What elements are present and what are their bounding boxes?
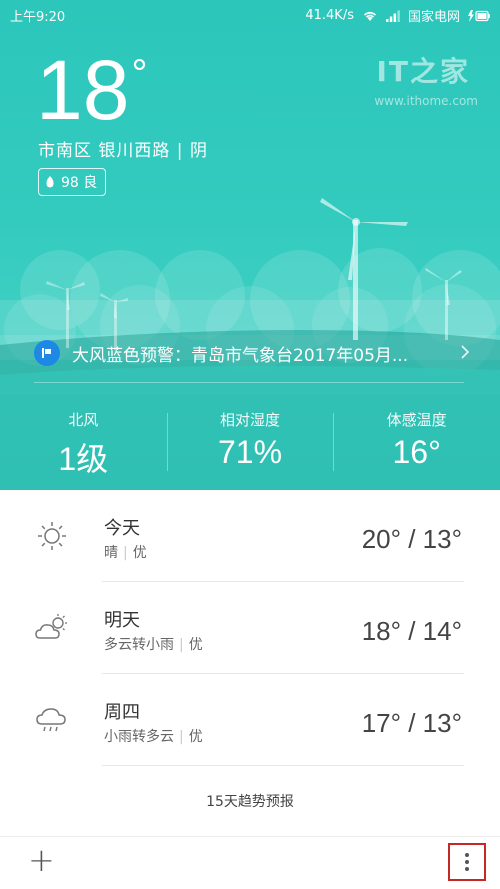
stat-feels-like: 体感温度 16° <box>333 405 500 475</box>
partly-cloudy-icon <box>35 614 67 639</box>
watermark-url: www.ithome.com <box>374 94 478 108</box>
carrier-name: 国家电网 <box>407 10 460 25</box>
weather-screen: 上午9:20 41.4K/s 国家电网 IT之家 www.ithome.com … <box>0 0 500 889</box>
alert-text: 大风蓝色预警：青岛市气象台2017年05月... <box>72 345 409 366</box>
stat-value: 71% <box>217 434 283 470</box>
stat-wind: 北风 1级 <box>0 405 167 477</box>
bottom-bar-divider <box>0 836 500 837</box>
forecast-day: 周四 <box>104 702 140 723</box>
status-right: 41.4K/s 国家电网 <box>305 6 490 25</box>
more-vertical-icon <box>465 867 469 871</box>
stat-label: 北风 <box>68 411 99 429</box>
more-menu-button[interactable] <box>448 843 486 881</box>
weather-stats: 北风 1级 相对湿度 71% 体感温度 16° <box>0 405 500 477</box>
forecast-day: 明天 <box>104 610 140 631</box>
row-divider <box>102 765 464 766</box>
weather-warning-icon <box>34 340 60 366</box>
hero-divider <box>34 382 464 383</box>
forecast-desc: 多云转小雨 | 优 <box>104 634 203 654</box>
trend-forecast-link[interactable]: 15天趋势预报 <box>0 770 500 834</box>
forecast-list: 今天 晴 | 优 20° / 13° 明天 多云转小雨 | 优 18° / 14° <box>0 490 500 766</box>
watermark-logo: IT之家 <box>376 55 470 88</box>
battery-charging-icon <box>468 9 490 22</box>
current-temperature: 18° <box>36 48 147 132</box>
more-vertical-icon <box>465 853 469 857</box>
forecast-condition: 晴 <box>104 545 118 561</box>
forecast-quality: 优 <box>132 545 147 561</box>
separator: | <box>179 637 184 653</box>
stat-label: 相对湿度 <box>220 411 281 429</box>
forecast-day: 今天 <box>104 518 140 539</box>
bottom-bar: + <box>0 836 500 889</box>
forecast-quality: 优 <box>188 729 203 745</box>
forecast-quality: 优 <box>188 637 203 653</box>
forecast-desc: 小雨转多云 | 优 <box>104 726 203 746</box>
degree-symbol: ° <box>131 52 148 96</box>
add-city-button[interactable]: + <box>28 844 55 876</box>
weather-hero: 上午9:20 41.4K/s 国家电网 IT之家 www.ithome.com … <box>0 0 500 490</box>
forecast-condition: 多云转小雨 <box>104 637 174 653</box>
forecast-row-today[interactable]: 今天 晴 | 优 20° / 13° <box>0 490 500 582</box>
status-bar: 上午9:20 41.4K/s 国家电网 <box>0 0 500 28</box>
forecast-condition: 小雨转多云 <box>104 729 174 745</box>
more-vertical-icon <box>465 860 469 864</box>
location-label[interactable]: 市南区 银川西路 | 阴 <box>38 136 208 161</box>
light-rain-icon <box>36 708 66 732</box>
forecast-row-tomorrow[interactable]: 明天 多云转小雨 | 优 18° / 14° <box>0 582 500 674</box>
forecast-temps: 20° / 13° <box>361 524 462 554</box>
stat-value: 16° <box>392 434 441 470</box>
sunny-icon <box>38 522 66 550</box>
forecast-temps: 18° / 14° <box>361 616 462 646</box>
forecast-desc: 晴 | 优 <box>104 542 147 562</box>
wifi-icon <box>363 11 376 21</box>
status-time: 上午9:20 <box>10 10 66 25</box>
forecast-row-thursday[interactable]: 周四 小雨转多云 | 优 17° / 13° <box>0 674 500 766</box>
forecast-temps: 17° / 13° <box>361 708 462 738</box>
stat-label: 体感温度 <box>386 411 447 429</box>
stat-value: 1级 <box>58 441 109 477</box>
network-speed: 41.4K/s <box>305 8 354 23</box>
separator: | <box>179 729 184 745</box>
signal-icon <box>385 10 400 22</box>
separator: | <box>123 545 128 561</box>
stat-humidity: 相对湿度 71% <box>166 405 334 475</box>
weather-alert[interactable]: 大风蓝色预警：青岛市气象台2017年05月... <box>34 338 470 368</box>
chevron-right-icon <box>460 341 470 365</box>
temperature-value: 18 <box>36 43 130 137</box>
